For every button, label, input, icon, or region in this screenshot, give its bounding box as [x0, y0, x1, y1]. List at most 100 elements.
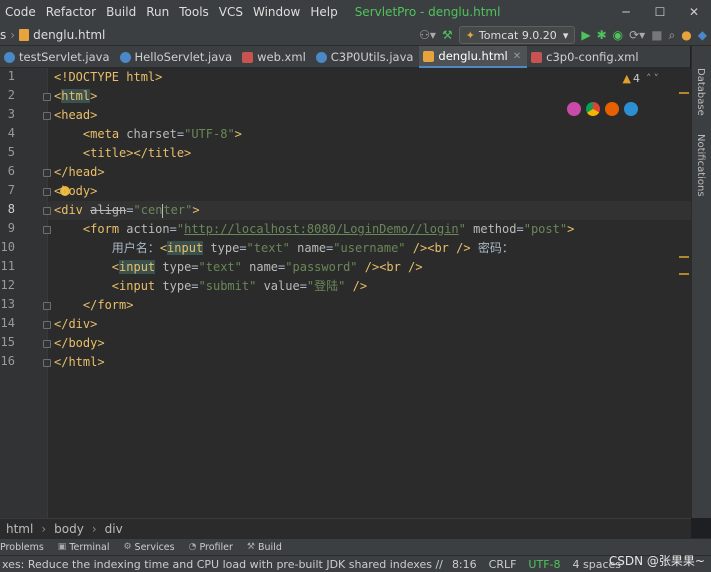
- tool-window-bar: Problems ▣ Terminal ⚙ Services ◔ Profile…: [0, 538, 711, 555]
- search-icon[interactable]: ⌕: [669, 24, 676, 46]
- code-line-9: <form action="http://localhost:8080/Logi…: [82, 222, 575, 236]
- tab-testservlet[interactable]: testServlet.java: [0, 46, 116, 68]
- code-line-3: <head>: [54, 108, 98, 122]
- fold-marker[interactable]: [43, 207, 51, 215]
- line-number: 14: [0, 316, 15, 330]
- code-line-11: <input type="text" name="password" /><br…: [111, 260, 423, 274]
- build-tool-button[interactable]: ⚒ Build: [240, 542, 289, 553]
- fold-marker[interactable]: [43, 321, 51, 329]
- attr-name: action: [126, 222, 170, 236]
- code-editor[interactable]: 1 2 3 4 5 6 7 8 9 10 11 12 13 14 15 16 <…: [0, 68, 691, 518]
- fold-marker[interactable]: [43, 169, 51, 177]
- intellij-browser-icon[interactable]: [567, 102, 581, 116]
- menu-tools[interactable]: Tools: [174, 0, 214, 24]
- code-line-7: <body>: [54, 184, 98, 198]
- edge-icon[interactable]: [624, 102, 638, 116]
- firefox-icon[interactable]: [605, 102, 619, 116]
- window-title: ServletPro - denglu.html: [354, 5, 501, 19]
- chevron-down-icon: ˅: [653, 72, 660, 85]
- fold-marker[interactable]: [43, 112, 51, 120]
- java-class-icon: [119, 51, 131, 63]
- tool-label: Services: [134, 541, 175, 553]
- input-tag: input: [119, 279, 156, 293]
- close-button[interactable]: ✕: [677, 0, 711, 24]
- user-icon[interactable]: ⚇▾: [419, 24, 436, 46]
- attr-name: value: [263, 279, 300, 293]
- fold-marker[interactable]: [43, 188, 51, 196]
- line-number: 5: [7, 145, 15, 159]
- breadcrumb-html[interactable]: html: [6, 522, 33, 536]
- menu-help[interactable]: Help: [305, 0, 342, 24]
- tab-c3p0-config[interactable]: c3p0-config.xml: [527, 46, 644, 68]
- html-file-icon: [423, 50, 435, 62]
- fold-marker[interactable]: [43, 302, 51, 310]
- coverage-icon[interactable]: ◉: [613, 24, 623, 46]
- attr-value: "password": [285, 260, 358, 274]
- menu-refactor[interactable]: Refactor: [41, 0, 101, 24]
- line-gutter[interactable]: 1 2 3 4 5 6 7 8 9 10 11 12 13 14 15 16: [0, 68, 48, 518]
- line-separator[interactable]: CRLF: [483, 558, 523, 571]
- stop-icon[interactable]: ■: [651, 24, 662, 46]
- profiler-icon: ◔: [188, 542, 197, 552]
- update-icon[interactable]: ●: [681, 24, 691, 46]
- tomcat-icon: ✦: [465, 28, 475, 42]
- br-tag: <br />: [379, 260, 423, 274]
- tab-helloservlet[interactable]: HelloServlet.java: [116, 46, 239, 68]
- java-class-icon: [4, 51, 15, 63]
- text-content: 密码：: [477, 241, 514, 255]
- tool-label: Terminal: [69, 541, 110, 553]
- warning-mark[interactable]: [679, 273, 689, 275]
- br-tag: <br />: [427, 241, 471, 255]
- terminal-tool-button[interactable]: ▣ Terminal: [51, 542, 117, 553]
- fold-marker[interactable]: [43, 226, 51, 234]
- code-area[interactable]: <!DOCTYPE html> <html> <head> <meta char…: [54, 68, 675, 518]
- plugin-icon[interactable]: ◆: [698, 24, 707, 46]
- status-message[interactable]: xes: Reduce the indexing time and CPU lo…: [0, 558, 446, 571]
- line-number: 4: [7, 126, 15, 140]
- nav-crumb-file[interactable]: denglu.html: [33, 28, 105, 42]
- profiler-tool-button[interactable]: ◔ Profiler: [182, 542, 240, 553]
- tab-web-xml[interactable]: web.xml: [238, 46, 312, 68]
- chevron-right-icon: ›: [91, 521, 97, 536]
- tab-denglu-html[interactable]: denglu.html ✕: [419, 46, 528, 68]
- menu-vcs[interactable]: VCS: [214, 0, 248, 24]
- menu-run[interactable]: Run: [141, 0, 174, 24]
- debug-icon[interactable]: ✱: [597, 24, 607, 46]
- database-tool-button[interactable]: Database: [695, 68, 706, 116]
- fold-marker[interactable]: [43, 340, 51, 348]
- run-icon[interactable]: ▶: [581, 24, 590, 46]
- chrome-icon[interactable]: [586, 102, 600, 116]
- menu-code[interactable]: Code: [0, 0, 41, 24]
- file-encoding[interactable]: UTF-8: [522, 558, 566, 571]
- code-line-8: <div align="center">: [54, 203, 200, 218]
- fold-marker[interactable]: [43, 93, 51, 101]
- attr-value: "text": [198, 260, 242, 274]
- notifications-tool-button[interactable]: Notifications: [695, 134, 706, 197]
- tab-c3p0utils[interactable]: C3P0Utils.java: [312, 46, 420, 68]
- close-icon[interactable]: ✕: [513, 51, 521, 62]
- caret-position[interactable]: 8:16: [446, 558, 483, 571]
- line-number: 1: [7, 69, 15, 83]
- maximize-button[interactable]: ☐: [643, 0, 677, 24]
- breadcrumb-body[interactable]: body: [54, 522, 84, 536]
- menu-build[interactable]: Build: [101, 0, 141, 24]
- action-url-link[interactable]: http://localhost:8080/LoginDemo//login: [184, 222, 459, 236]
- title-tag: <title></title>: [82, 146, 192, 160]
- breadcrumb-div[interactable]: div: [105, 522, 123, 536]
- code-line-15: </body>: [54, 334, 105, 353]
- minimize-button[interactable]: ─: [609, 0, 643, 24]
- warning-mark[interactable]: [679, 92, 689, 94]
- warning-mark[interactable]: [679, 256, 689, 258]
- form-tag: form: [90, 222, 120, 236]
- attr-name: charset: [126, 127, 177, 141]
- services-tool-button[interactable]: ⚙ Services: [116, 542, 181, 553]
- problems-tool-button[interactable]: Problems: [0, 542, 51, 553]
- fold-marker[interactable]: [43, 359, 51, 367]
- profile-icon[interactable]: ⟳▾: [629, 24, 645, 46]
- run-config-select[interactable]: ✦ Tomcat 9.0.20 ▾: [458, 26, 576, 44]
- xml-file-icon: [531, 51, 543, 63]
- attr-value: "post": [523, 222, 568, 236]
- inspection-widget[interactable]: ▲ 4 ˄ ˅: [623, 72, 659, 85]
- menu-window[interactable]: Window: [248, 0, 305, 24]
- hammer-icon[interactable]: ⚒: [442, 24, 453, 46]
